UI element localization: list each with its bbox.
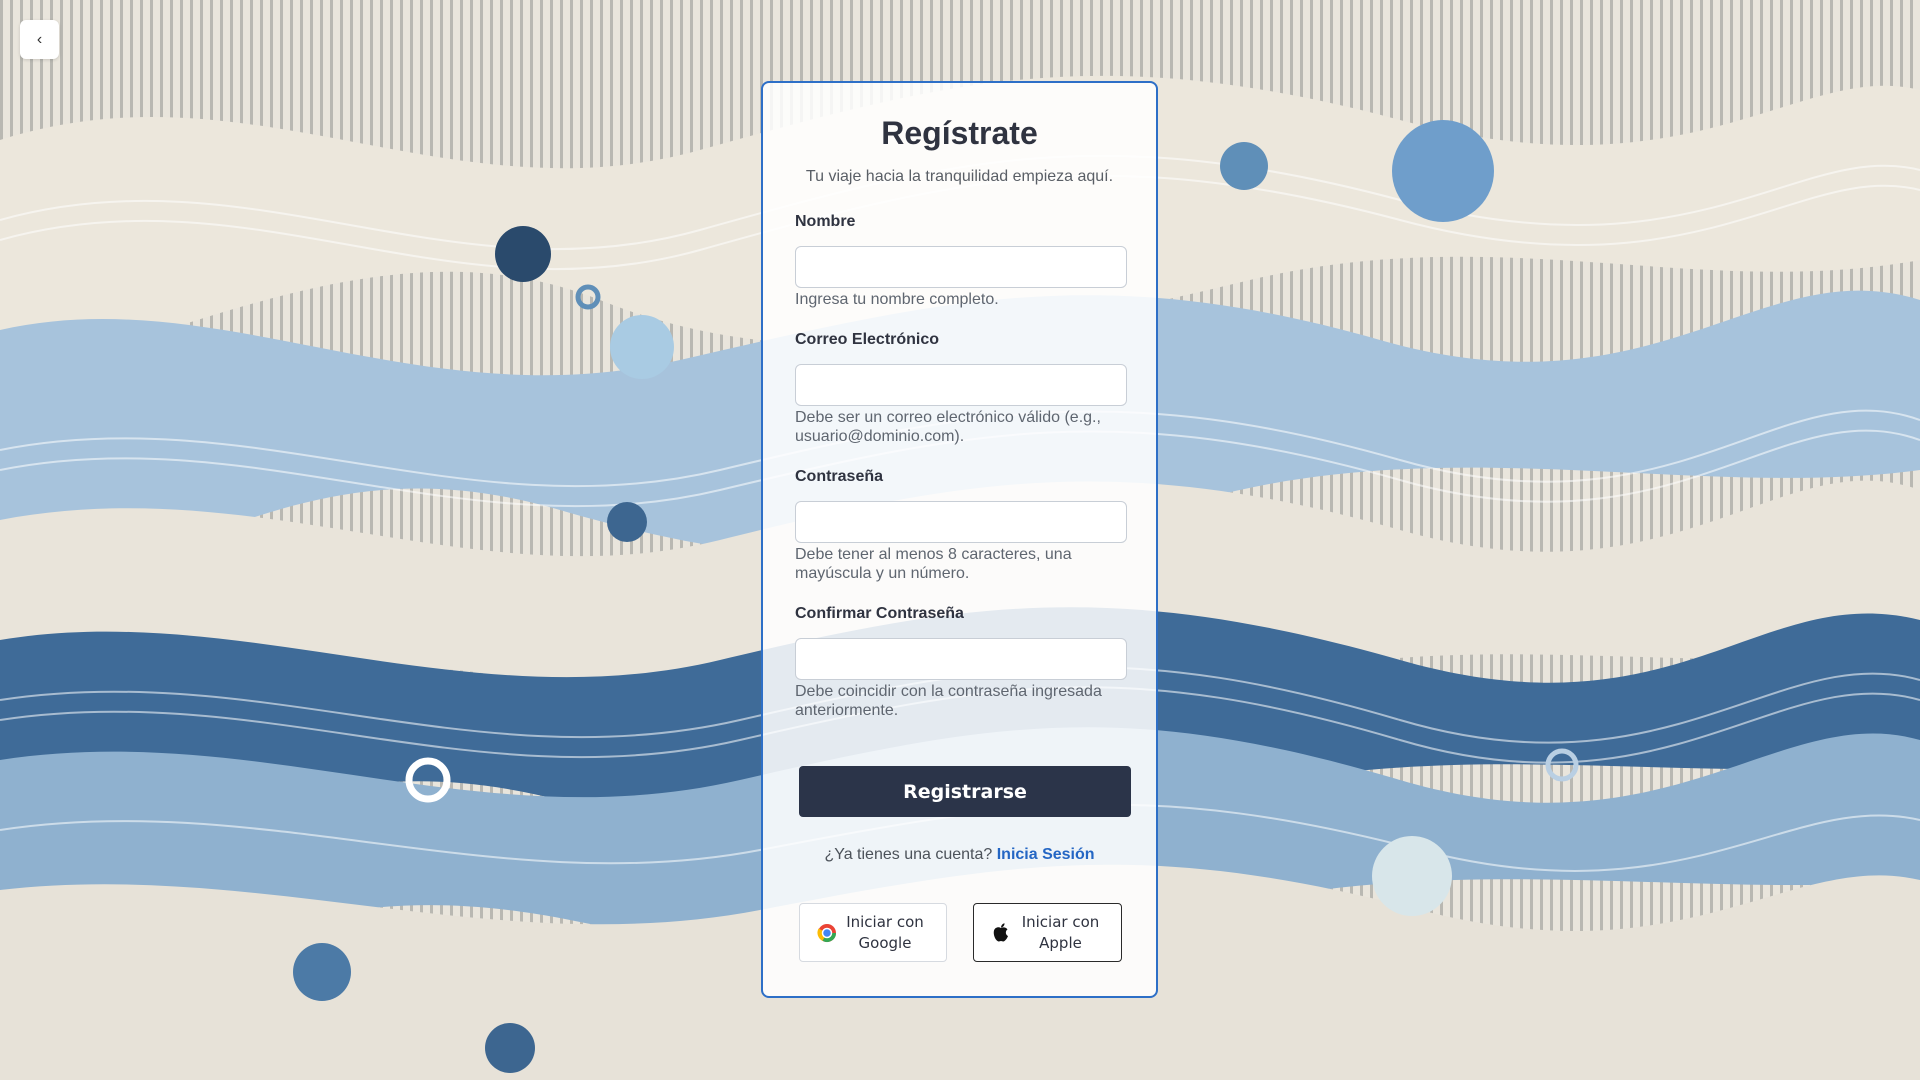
email-input[interactable] [795,364,1127,406]
confirm-password-field-group: Confirmar Contraseña Debe coincidir con … [795,604,1127,720]
google-icon [816,922,838,944]
name-label: Nombre [795,213,856,230]
login-link[interactable]: Inicia Sesión [997,846,1095,863]
login-prompt-line: ¿Ya tienes una cuenta? Inicia Sesión [763,846,1156,864]
password-field-group: Contraseña Debe tener al menos 8 caracte… [795,467,1127,583]
login-prompt-text: ¿Ya tienes una cuenta? [824,846,993,863]
google-signin-label: Iniciar con Google [846,912,924,952]
password-label: Contraseña [795,468,884,485]
confirm-password-hint: Debe coincidir con la contraseña ingresa… [795,683,1102,719]
apple-signin-button[interactable]: Iniciar con Apple [973,903,1122,962]
password-input[interactable] [795,501,1127,543]
page-title: Regístrate [881,115,1038,151]
email-field-group: Correo Electrónico Debe ser un correo el… [795,330,1127,446]
confirm-password-label: Confirmar Contraseña [795,605,964,622]
register-button[interactable]: Registrarse [799,766,1131,817]
apple-icon [990,922,1012,944]
name-field-group: Nombre Ingresa tu nombre completo. [795,212,1127,309]
email-label: Correo Electrónico [795,331,940,348]
password-hint: Debe tener al menos 8 caracteres, una ma… [795,546,1072,582]
page-subtitle: Tu viaje hacia la tranquilidad empieza a… [805,168,1114,185]
signup-card: Regístrate Tu viaje hacia la tranquilida… [761,81,1158,998]
apple-signin-label: Iniciar con Apple [1021,912,1100,952]
google-signin-button[interactable]: Iniciar con Google [799,903,947,962]
email-hint: Debe ser un correo electrónico válido (e… [795,409,1101,445]
confirm-password-input[interactable] [795,638,1127,680]
back-button[interactable]: ‹ [20,20,59,59]
chevron-left-icon: ‹ [36,30,43,48]
name-input[interactable] [795,246,1127,288]
name-hint: Ingresa tu nombre completo. [795,291,999,308]
